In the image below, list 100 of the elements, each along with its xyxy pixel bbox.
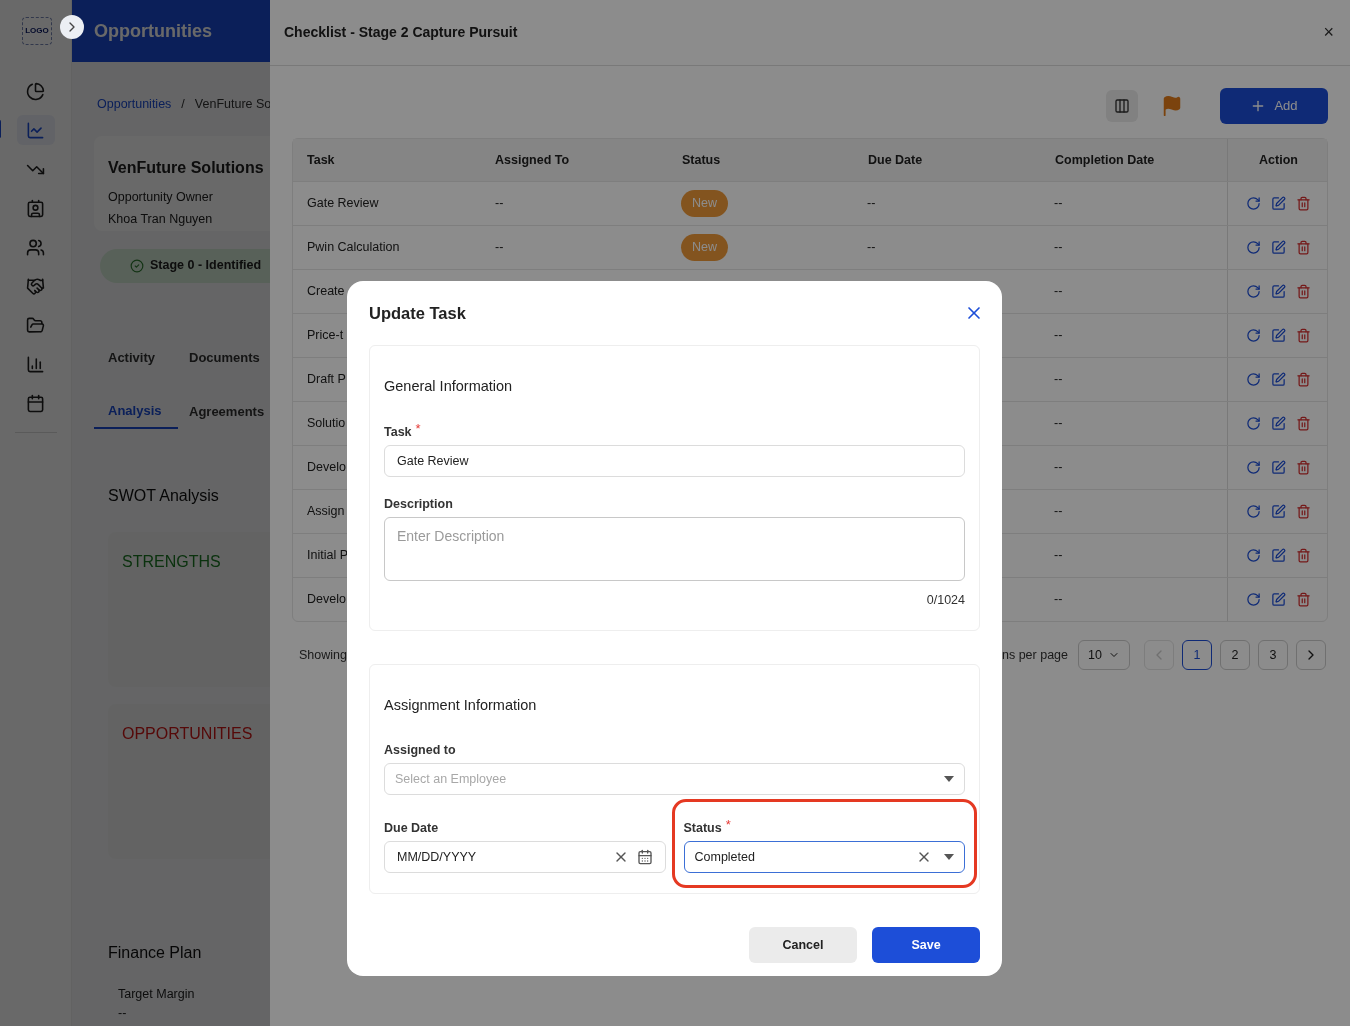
calendar-icon[interactable] [636,849,653,866]
table-cell-text: Develo [307,591,346,609]
delete-icon[interactable] [1296,504,1311,519]
field-label: Description [384,495,453,513]
page-tab[interactable]: Analysis [94,394,178,429]
table-cell: -- [1054,284,1063,299]
table-cell: -- [1054,416,1063,431]
table-cell-text: Draft P [307,371,346,389]
edit-icon[interactable] [1271,372,1286,387]
required-mark: * [415,422,421,435]
edit-icon[interactable] [1271,592,1286,607]
columns-icon [1114,98,1130,114]
expand-button[interactable] [60,15,84,39]
edit-icon[interactable] [1271,328,1286,343]
delete-icon[interactable] [1296,416,1311,431]
table-cell-text: Create [307,283,346,301]
history-icon[interactable] [1246,548,1261,563]
handshake-icon [26,276,45,296]
owner-name: Khoa Tran Nguyen [108,210,213,228]
per-page-label: ns per page [1001,646,1068,664]
history-icon[interactable] [1246,460,1261,475]
history-icon[interactable] [1246,372,1261,387]
per-page-select[interactable]: 10 [1078,640,1130,670]
date-field[interactable]: MM/DD/YYYY [384,841,666,874]
history-icon[interactable] [1246,592,1261,607]
section-title: SWOT Analysis [108,485,219,506]
edit-icon[interactable] [1271,240,1286,255]
finance-label: Target Margin [118,985,195,1003]
breadcrumb-link[interactable]: Opportunities [97,95,172,114]
table-cell: -- [1054,504,1063,519]
add-button[interactable]: Add [1220,88,1328,124]
page-title: Opportunities [94,19,212,43]
delete-icon[interactable] [1296,240,1311,255]
required-mark: * [725,819,731,832]
history-icon[interactable] [1246,416,1261,431]
table-cell-text: Develo [307,459,346,477]
delete-icon[interactable] [1296,460,1311,475]
delete-icon[interactable] [1296,196,1311,211]
flag-icon [1161,95,1183,117]
delete-icon[interactable] [1296,548,1311,563]
page-button[interactable]: 2 [1220,640,1250,670]
close-button[interactable]: × [1323,19,1334,46]
delete-icon[interactable] [1296,372,1311,387]
next-page-button[interactable] [1296,640,1326,670]
edit-icon[interactable] [1271,416,1286,431]
edit-icon[interactable] [1271,196,1286,211]
showing-text: Showing [298,646,347,664]
section-title: General Information [384,377,514,396]
delete-icon[interactable] [1296,592,1311,607]
status-badge: New [681,190,728,217]
history-icon[interactable] [1246,504,1261,519]
cancel-button[interactable]: Cancel [749,927,857,964]
pie-chart-icon [26,81,45,101]
delete-icon[interactable] [1296,284,1311,299]
field-label: Task [384,423,412,441]
table-cell: -- [1054,548,1063,563]
history-icon[interactable] [1246,196,1261,211]
column-header: Status [681,151,722,169]
table-cell: -- [1054,196,1063,211]
section-title: Finance Plan [108,942,202,963]
finance-value: -- [118,1004,127,1022]
character-counter: 0/1024 [926,591,965,609]
columns-button[interactable] [1106,90,1138,122]
task-field[interactable]: Gate Review [384,444,965,477]
table-cell-text: Solutio [307,415,346,433]
history-icon[interactable] [1246,284,1261,299]
swot-heading: OPPORTUNITIES [122,724,253,742]
table-cell-text: Assign [307,503,345,521]
table-cell: -- [1054,328,1063,343]
page-button[interactable]: 3 [1258,640,1288,670]
caret-icon [944,776,954,783]
table-cell-text: Price-t [307,327,344,345]
save-button[interactable]: Save [872,927,980,964]
edit-icon[interactable] [1271,548,1286,563]
column-header: Action [1227,139,1329,181]
table-cell: -- [867,196,876,211]
edit-icon[interactable] [1271,504,1286,519]
status-badge: New [681,234,728,261]
drawer-title: Checklist - Stage 2 Capture Pursuit [284,23,518,42]
users-icon [26,237,45,257]
company-name: VenFuture Solutions [108,157,264,178]
field-label: Due Date [384,820,439,838]
page-tab[interactable]: Activity [94,340,178,375]
caret-icon [944,854,954,861]
line-chart-icon [26,120,45,140]
bar-chart-icon [26,354,45,374]
edit-icon[interactable] [1271,284,1286,299]
column-header: Completion Date [1054,151,1156,169]
history-icon[interactable] [1246,328,1261,343]
check-circle-icon [130,258,144,273]
select-field[interactable]: Completed [683,841,965,874]
description-field[interactable]: Enter Description [384,516,965,581]
history-icon[interactable] [1246,240,1261,255]
swot-heading: STRENGTHS [122,552,221,570]
page-button[interactable]: 1 [1182,640,1212,670]
folder-icon [26,315,45,335]
edit-icon[interactable] [1271,460,1286,475]
delete-icon[interactable] [1296,328,1311,343]
calendar-icon [26,393,45,413]
table-cell: -- [495,196,504,211]
